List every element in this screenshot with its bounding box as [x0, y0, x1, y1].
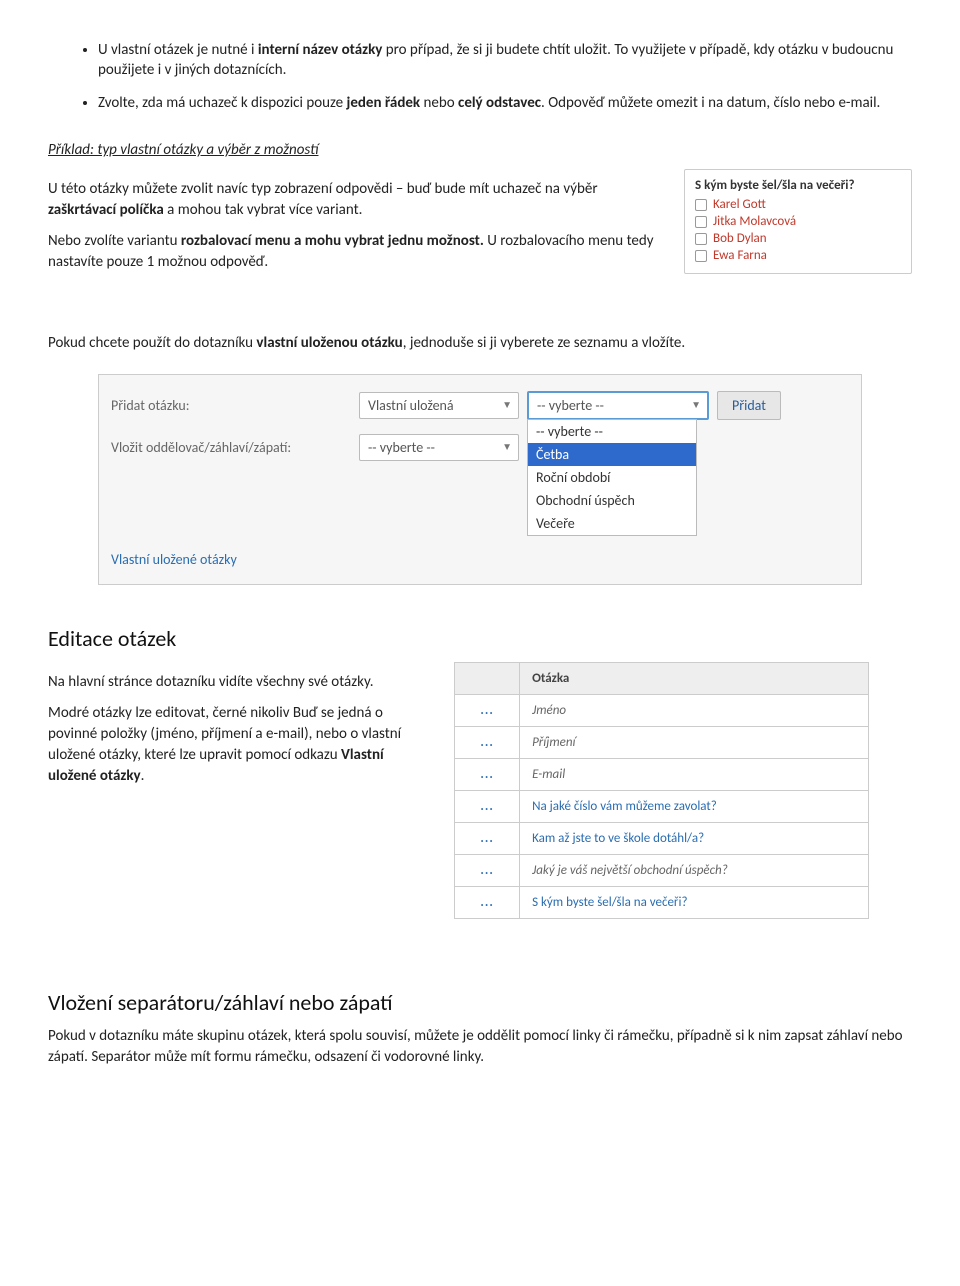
separator-paragraph: Pokud v dotazníku máte skupinu otázek, k…	[48, 1026, 912, 1068]
stored-question-dropdown: -- vyberte -- Četba Roční období Obchodn…	[527, 419, 697, 536]
question-cell: Příjmení	[520, 726, 869, 758]
checkbox-icon	[695, 199, 707, 211]
question-cell[interactable]: S kým byste šel/šla na večeři?	[520, 886, 869, 918]
dropdown-item[interactable]: Večeře	[528, 512, 696, 535]
table-row: ... Jméno	[455, 694, 869, 726]
chevron-down-icon: ▼	[691, 398, 701, 411]
row-menu-icon[interactable]: ...	[480, 799, 493, 814]
question-cell: Jaký je váš největší obchodní úspěch?	[520, 854, 869, 886]
table-row: ... Na jaké číslo vám můžeme zavolat?	[455, 790, 869, 822]
question-cell: E-mail	[520, 758, 869, 790]
dropdown-item[interactable]: -- vyberte --	[528, 420, 696, 443]
question-cell: Jméno	[520, 694, 869, 726]
question-cell[interactable]: Kam až jste to ve škole dotáhl/a?	[520, 822, 869, 854]
dropdown-item[interactable]: Roční období	[528, 466, 696, 489]
select-separator[interactable]: -- vyberte --▼	[359, 434, 519, 461]
example-paragraph-2: Nebo zvolíte variantu rozbalovací menu a…	[48, 231, 664, 273]
row-menu-icon[interactable]: ...	[480, 831, 493, 846]
poll-example-box: S kým byste šel/šla na večeři? Karel Got…	[684, 169, 912, 274]
dropdown-item[interactable]: Obchodní úspěch	[528, 489, 696, 512]
link-stored-questions[interactable]: Vlastní uložené otázky	[111, 551, 237, 568]
poll-option[interactable]: Jitka Molavcová	[695, 214, 901, 229]
checkbox-icon	[695, 216, 707, 228]
edit-heading: Editace otázek	[48, 625, 912, 652]
chevron-down-icon: ▼	[502, 440, 512, 453]
bullet-1: U vlastní otázek je nutné i interní náze…	[98, 40, 912, 81]
example-heading: Příklad: typ vlastní otázky a výběr z mo…	[48, 141, 912, 159]
row-menu-icon[interactable]: ...	[480, 703, 493, 718]
add-button[interactable]: Přidat	[717, 391, 781, 420]
poll-option[interactable]: Karel Gott	[695, 197, 901, 212]
col-actions	[455, 662, 520, 694]
edit-paragraph-1: Na hlavní stránce dotazníku vidíte všech…	[48, 672, 434, 693]
checkbox-icon	[695, 250, 707, 262]
chevron-down-icon: ▼	[502, 398, 512, 411]
questions-table: Otázka ... Jméno ... Příjmení ... E-mail ..…	[454, 662, 869, 919]
select-question-type[interactable]: Vlastní uložená▼	[359, 392, 519, 419]
intro-bullets: U vlastní otázek je nutné i interní náze…	[48, 40, 912, 113]
question-cell[interactable]: Na jaké číslo vám můžeme zavolat?	[520, 790, 869, 822]
poll-option[interactable]: Ewa Farna	[695, 248, 901, 263]
row-menu-icon[interactable]: ...	[480, 767, 493, 782]
edit-paragraph-2: Modré otázky lze editovat, černé nikoliv…	[48, 703, 434, 787]
poll-question: S kým byste šel/šla na večeři?	[695, 178, 901, 193]
separator-heading: Vložení separátoru/záhlaví nebo zápatí	[48, 989, 912, 1016]
table-row: ... Kam až jste to ve škole dotáhl/a?	[455, 822, 869, 854]
row-menu-icon[interactable]: ...	[480, 735, 493, 750]
table-row: ... Příjmení	[455, 726, 869, 758]
row-menu-icon[interactable]: ...	[480, 895, 493, 910]
dropdown-item[interactable]: Četba	[528, 443, 696, 466]
example-paragraph-1: U této otázky můžete zvolit navíc typ zo…	[48, 179, 664, 221]
table-row: ... Jaký je váš největší obchodní úspěch?	[455, 854, 869, 886]
row-menu-icon[interactable]: ...	[480, 863, 493, 878]
label-insert-separator: Vložit oddělovač/záhlaví/zápatí:	[111, 439, 351, 456]
select-stored-question[interactable]: -- vyberte --▼ -- vyberte -- Četba Roční…	[527, 391, 709, 420]
poll-option[interactable]: Bob Dylan	[695, 231, 901, 246]
table-row: ... S kým byste šel/šla na večeři?	[455, 886, 869, 918]
bullet-2: Zvolte, zda má uchazeč k dispozici pouze…	[98, 93, 912, 113]
add-question-panel: Přidat otázku: Vlastní uložená▼ -- vyber…	[98, 374, 862, 585]
checkbox-icon	[695, 233, 707, 245]
col-question: Otázka	[520, 662, 869, 694]
table-row: ... E-mail	[455, 758, 869, 790]
label-add-question: Přidat otázku:	[111, 397, 351, 414]
stored-question-paragraph: Pokud chcete použít do dotazníku vlastní…	[48, 333, 912, 354]
